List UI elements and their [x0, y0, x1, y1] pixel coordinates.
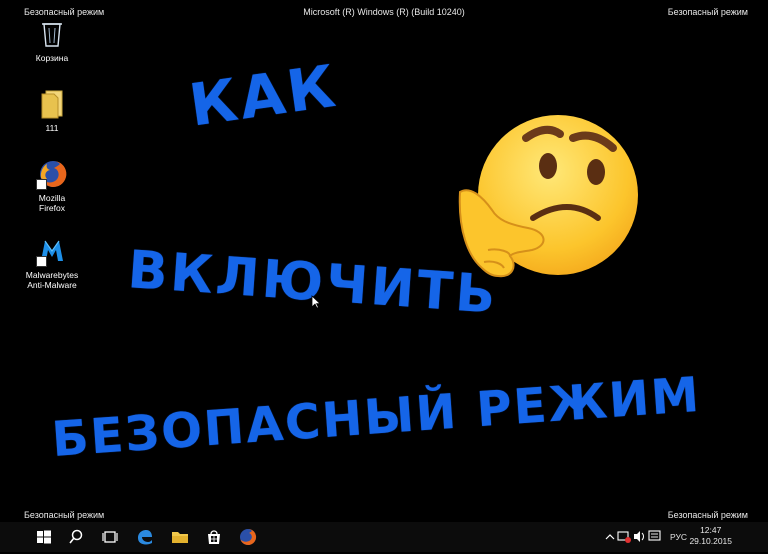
- taskbar: РУС 12:47 29.10.2015: [0, 522, 768, 552]
- desktop-icon-label-line1: Mozilla: [38, 193, 66, 203]
- search-icon: [69, 529, 83, 544]
- desktop-icon-recycle-bin[interactable]: Корзина: [22, 18, 82, 63]
- safe-mode-watermark-top-right: Безопасный режим: [667, 7, 748, 17]
- taskbar-store-button[interactable]: [204, 527, 224, 547]
- clock-date: 29.10.2015: [689, 536, 732, 546]
- edge-icon: [138, 530, 152, 545]
- desktop-icon-firefox[interactable]: Mozilla Firefox: [22, 158, 82, 213]
- mouse-cursor-icon: [311, 295, 322, 314]
- volume-icon: [634, 531, 644, 542]
- overlay-title-line1: КАК: [185, 51, 343, 140]
- desktop-icon-label: 111: [45, 123, 59, 133]
- desktop-icon-label-line1: Malwarebytes: [25, 270, 79, 280]
- firefox-icon: [36, 158, 68, 190]
- start-button[interactable]: [34, 527, 54, 547]
- desktop-icon-label: Корзина: [35, 53, 69, 63]
- thinking-face-icon: [448, 100, 648, 300]
- system-clock[interactable]: 12:47 29.10.2015: [689, 525, 732, 547]
- network-warning-icon: [617, 531, 631, 543]
- folder-icon: [36, 88, 68, 120]
- taskbar-edge-button[interactable]: [135, 527, 155, 547]
- clock-time: 12:47: [700, 525, 722, 535]
- shortcut-arrow-icon: [36, 256, 47, 267]
- desktop-icon-folder-111[interactable]: 111: [22, 88, 82, 133]
- shortcut-arrow-icon: [36, 179, 47, 190]
- task-view-button[interactable]: [100, 527, 120, 547]
- store-icon: [208, 530, 220, 544]
- firefox-icon: [240, 528, 257, 545]
- taskbar-file-explorer-button[interactable]: [170, 527, 190, 547]
- windows-build-string: Microsoft (R) Windows (R) (Build 10240): [303, 7, 465, 17]
- file-explorer-icon: [172, 532, 188, 543]
- desktop-icon-label-line2: Anti-Malware: [27, 280, 77, 290]
- task-view-icon: [102, 531, 118, 543]
- start-icon: [37, 530, 51, 544]
- notification-area: [604, 522, 664, 552]
- message-icon: [648, 530, 661, 541]
- show-hidden-icons-icon: [605, 534, 615, 540]
- desktop-icon-malwarebytes[interactable]: Malwarebytes Anti-Malware: [22, 235, 82, 290]
- taskbar-firefox-button[interactable]: [238, 527, 258, 547]
- desktop-icon-label-line2: Firefox: [39, 203, 65, 213]
- recycle-bin-icon: [36, 18, 68, 50]
- safe-mode-watermark-bottom-right: Безопасный режим: [667, 510, 748, 520]
- input-language-indicator[interactable]: РУС: [670, 532, 687, 542]
- safe-mode-watermark-bottom-left: Безопасный режим: [24, 510, 105, 520]
- search-button[interactable]: [66, 527, 86, 547]
- overlay-title-line3: БЕЗОПАСНЫЙ РЕЖИМ: [50, 366, 703, 468]
- malwarebytes-icon: [36, 235, 68, 267]
